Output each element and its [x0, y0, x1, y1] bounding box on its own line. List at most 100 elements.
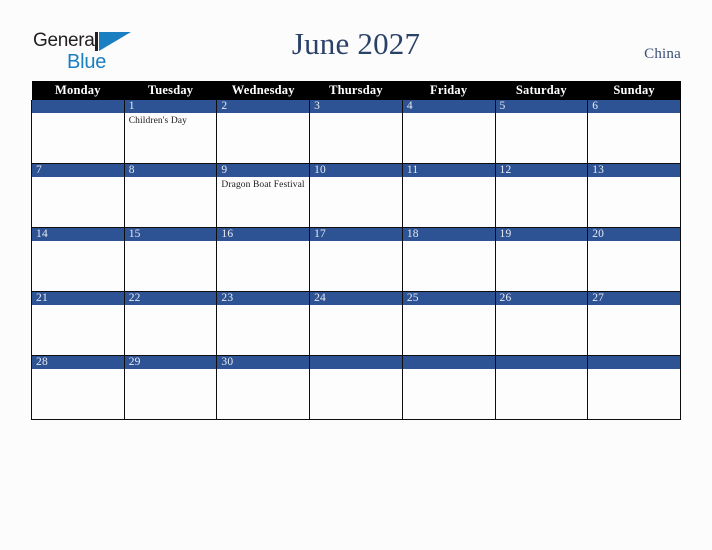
day-number: 24	[310, 292, 402, 305]
day-number: 22	[124, 292, 217, 305]
holiday-event: Children's Day	[128, 116, 187, 126]
day-number: 28	[32, 356, 124, 369]
day-number: 27	[588, 292, 680, 305]
day-cell-content: 13	[588, 164, 680, 227]
calendar-day-cell[interactable]: 11	[401, 163, 496, 228]
day-cell-content: 18	[402, 228, 495, 291]
calendar-day-cell[interactable]: 12	[494, 163, 589, 228]
calendar-day-cell[interactable]: 16	[216, 227, 311, 292]
day-cell-content: 12	[495, 164, 588, 227]
calendar-day-cell[interactable]: 25	[401, 291, 496, 356]
calendar-empty-cell[interactable]	[309, 355, 403, 420]
calendar-week-row: 28 29 30	[31, 355, 681, 420]
day-number	[32, 100, 124, 113]
weekday-header-sunday: Sunday	[587, 81, 681, 100]
day-cell-content: 1 Children's Day	[124, 100, 217, 163]
day-number: 18	[402, 228, 495, 241]
calendar-day-cell[interactable]: 9 Dragon Boat Festival	[216, 163, 311, 228]
calendar-day-cell[interactable]: 5	[494, 100, 589, 164]
calendar-page: General Blue June 2027 China Monday Tuesd…	[0, 0, 712, 550]
day-cell-content: 24	[310, 292, 402, 355]
calendar-day-cell[interactable]: 29	[123, 355, 218, 420]
calendar-day-cell[interactable]: 14	[31, 227, 125, 292]
day-number: 19	[495, 228, 588, 241]
day-number	[310, 356, 402, 369]
calendar-week-row: 7 8 9 Dragon Boat Festival 10 11 12 13	[31, 163, 681, 228]
calendar-empty-cell[interactable]	[587, 355, 681, 420]
calendar-day-cell[interactable]: 20	[587, 227, 681, 292]
weekday-header-tuesday: Tuesday	[124, 81, 217, 100]
calendar-week-row: 14 15 16 17 18 19 20	[31, 227, 681, 292]
day-cell-content: 2	[217, 100, 310, 163]
day-events: Dragon Boat Festival	[217, 177, 309, 191]
day-cell-content: 25	[402, 292, 495, 355]
calendar-day-cell[interactable]: 4	[401, 100, 496, 164]
calendar-day-cell[interactable]: 22	[123, 291, 218, 356]
day-cell-content: 14	[32, 228, 124, 291]
calendar-day-cell[interactable]: 15	[123, 227, 218, 292]
day-number: 7	[32, 164, 124, 177]
calendar-empty-cell[interactable]	[401, 355, 496, 420]
calendar-day-cell[interactable]: 28	[31, 355, 125, 420]
calendar-day-cell[interactable]: 23	[216, 291, 311, 356]
calendar-day-cell[interactable]: 19	[494, 227, 589, 292]
calendar-day-cell[interactable]: 3	[309, 100, 403, 164]
weekday-header-thursday: Thursday	[309, 81, 403, 100]
day-cell-content: 21	[32, 292, 124, 355]
day-cell-content: 28	[32, 356, 124, 419]
calendar-empty-cell[interactable]	[494, 355, 589, 420]
day-number	[588, 356, 680, 369]
calendar-day-cell[interactable]: 18	[401, 227, 496, 292]
day-number: 9	[217, 164, 310, 177]
day-number: 6	[588, 100, 680, 113]
day-cell-content: 6	[588, 100, 680, 163]
day-number: 14	[32, 228, 124, 241]
day-cell-content: 16	[217, 228, 310, 291]
day-cell-content: 5	[495, 100, 588, 163]
calendar-day-cell[interactable]: 27	[587, 291, 681, 356]
day-cell-content: 15	[124, 228, 217, 291]
calendar-day-cell[interactable]: 10	[309, 163, 403, 228]
day-cell-content	[495, 356, 588, 419]
day-cell-content: 20	[588, 228, 680, 291]
day-cell-content	[310, 356, 402, 419]
calendar-day-cell[interactable]: 17	[309, 227, 403, 292]
day-number: 29	[124, 356, 217, 369]
day-cell-content: 23	[217, 292, 310, 355]
day-cell-content: 7	[32, 164, 124, 227]
day-number: 13	[588, 164, 680, 177]
calendar-day-cell[interactable]: 13	[587, 163, 681, 228]
day-cell-content	[588, 356, 680, 419]
day-cell-content	[32, 100, 124, 163]
calendar-day-cell[interactable]: 8	[123, 163, 218, 228]
day-number: 25	[402, 292, 495, 305]
calendar-header-row: Monday Tuesday Wednesday Thursday Friday Satu…	[31, 81, 681, 100]
calendar-day-cell[interactable]: 1 Children's Day	[123, 100, 218, 164]
day-number: 17	[310, 228, 402, 241]
calendar-day-cell[interactable]: 26	[494, 291, 589, 356]
day-cell-content: 17	[310, 228, 402, 291]
day-number	[402, 356, 495, 369]
day-cell-content: 9 Dragon Boat Festival	[217, 164, 310, 227]
calendar-day-cell[interactable]: 30	[216, 355, 311, 420]
day-events: Children's Day	[125, 113, 217, 127]
day-cell-content: 29	[124, 356, 217, 419]
day-cell-content: 27	[588, 292, 680, 355]
weekday-header-wednesday: Wednesday	[216, 81, 310, 100]
day-number: 30	[217, 356, 310, 369]
holiday-event: Dragon Boat Festival	[221, 180, 305, 190]
day-cell-content: 19	[495, 228, 588, 291]
day-number: 5	[495, 100, 588, 113]
calendar-day-cell[interactable]: 7	[31, 163, 125, 228]
day-cell-content: 26	[495, 292, 588, 355]
calendar-day-cell[interactable]: 2	[216, 100, 311, 164]
page-header: General Blue June 2027 China	[0, 0, 712, 80]
day-number: 10	[310, 164, 402, 177]
day-number: 23	[217, 292, 310, 305]
calendar-empty-cell[interactable]	[31, 100, 125, 164]
calendar-day-cell[interactable]: 6	[587, 100, 681, 164]
calendar-day-cell[interactable]: 24	[309, 291, 403, 356]
weekday-header-friday: Friday	[402, 81, 496, 100]
day-cell-content: 11	[402, 164, 495, 227]
calendar-day-cell[interactable]: 21	[31, 291, 125, 356]
